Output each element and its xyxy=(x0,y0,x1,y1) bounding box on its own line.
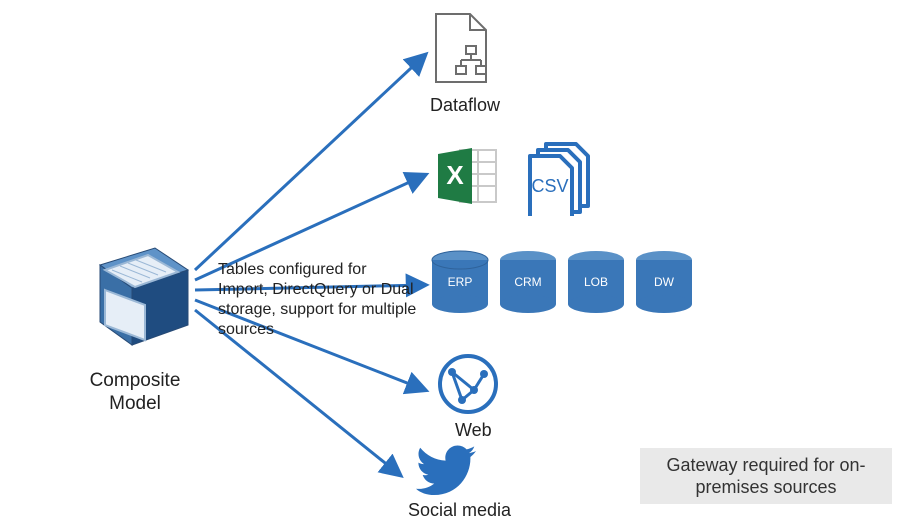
gateway-note: Gateway required for on-premises sources xyxy=(640,448,892,504)
social-media-icon xyxy=(414,444,478,498)
db-label: DW xyxy=(654,275,674,289)
db-erp: ERP xyxy=(430,250,490,314)
db-lob: LOB xyxy=(566,250,626,314)
dataflow-icon xyxy=(430,10,500,90)
arrow-to-dataflow xyxy=(195,55,425,270)
composite-model-icon xyxy=(70,230,200,360)
csv-text: CSV xyxy=(531,176,568,196)
excel-icon: X xyxy=(432,140,504,212)
gateway-note-text: Gateway required for on-premises sources xyxy=(646,454,886,499)
web-label: Web xyxy=(455,420,492,441)
svg-text:X: X xyxy=(446,160,464,190)
diagram-canvas: Composite Model Tables configured for Im… xyxy=(0,0,918,528)
db-crm: CRM xyxy=(498,250,558,314)
composite-model-label: Composite Model xyxy=(75,370,195,416)
web-icon xyxy=(436,352,500,416)
csv-icon: CSV xyxy=(522,140,602,216)
db-label: LOB xyxy=(584,275,608,289)
dataflow-label: Dataflow xyxy=(430,95,500,116)
database-group: ERP CRM LOB DW xyxy=(430,250,694,314)
social-media-label: Social media xyxy=(408,500,511,521)
config-text: Tables configured for Import, DirectQuer… xyxy=(218,260,418,340)
db-dw: DW xyxy=(634,250,694,314)
db-label: ERP xyxy=(448,275,473,289)
db-label: CRM xyxy=(514,275,541,289)
